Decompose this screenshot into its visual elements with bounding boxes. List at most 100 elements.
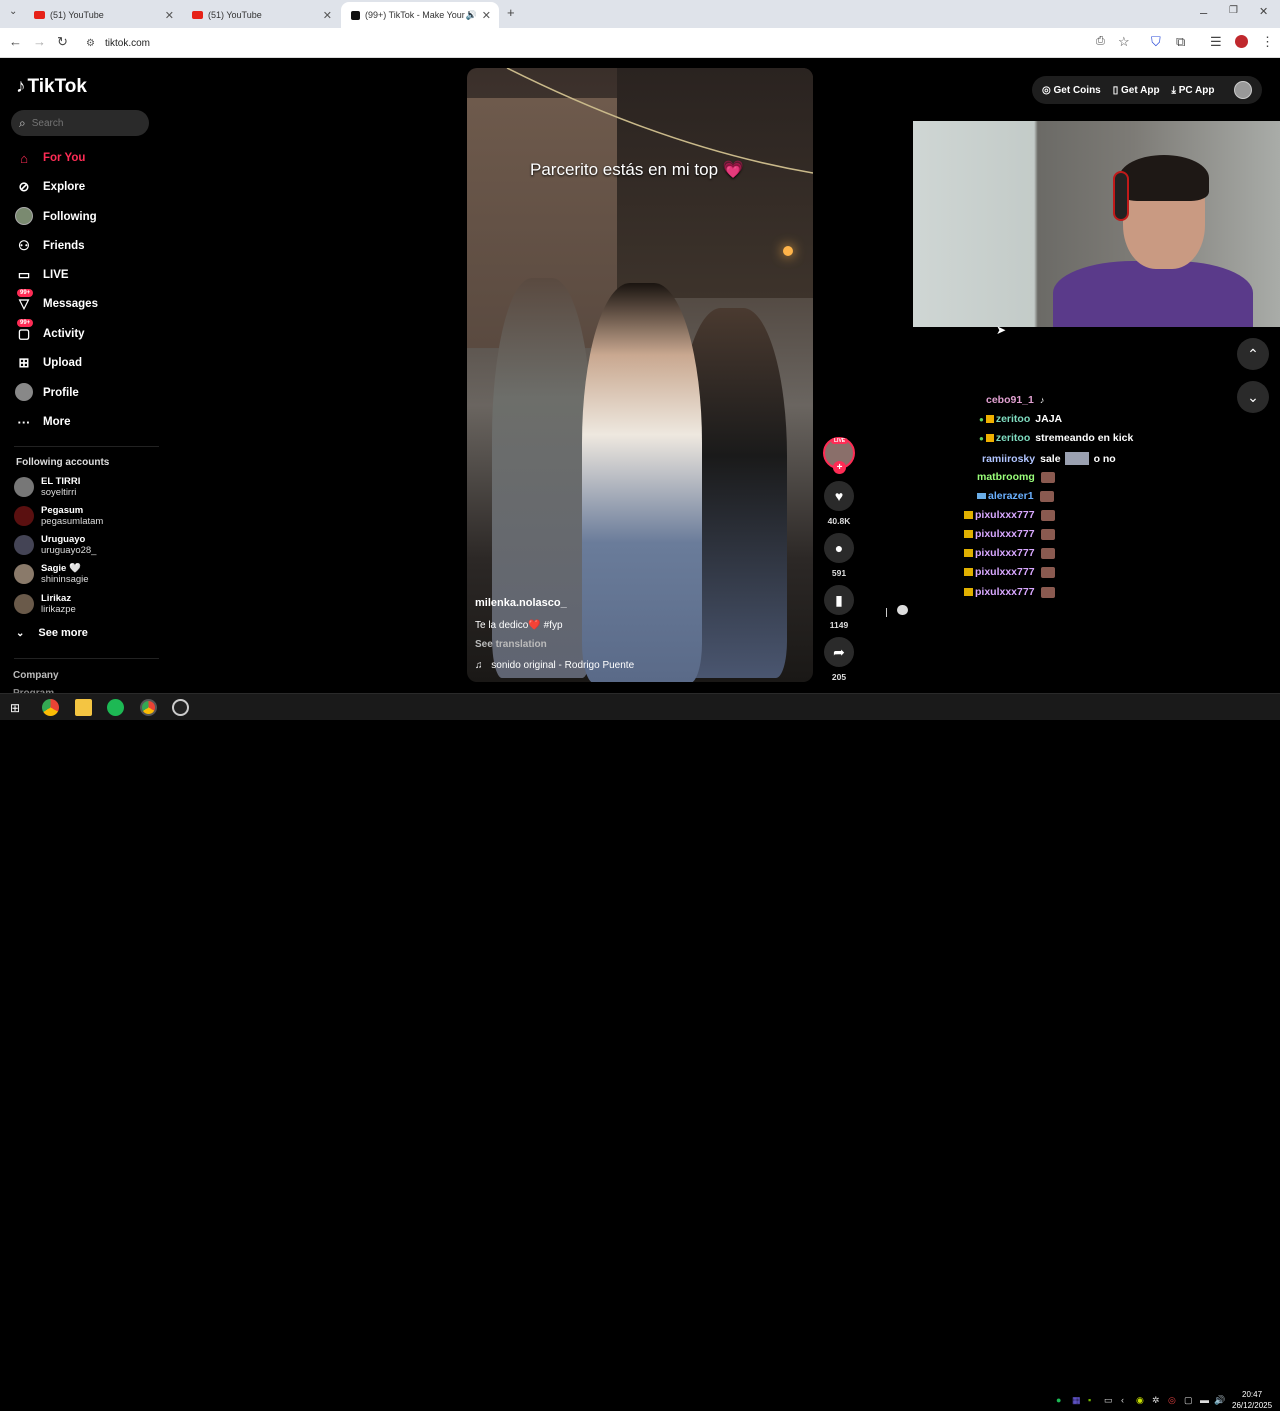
chat-user: pixulxxx777 — [975, 547, 1035, 559]
see-translation-link[interactable]: See translation — [475, 639, 547, 650]
tray-app-icon[interactable]: ◉ — [1136, 1395, 1144, 1406]
install-icon[interactable]: ⎙ — [1096, 35, 1105, 48]
tray-app-icon[interactable]: ◎ — [1168, 1395, 1176, 1406]
tray-app-icon[interactable]: ▢ — [1184, 1395, 1193, 1406]
nav-live[interactable]: ▭ LIVE — [14, 263, 69, 287]
windows-start-icon[interactable]: ⊞ — [10, 701, 20, 715]
new-tab-icon[interactable]: + — [507, 5, 515, 20]
taskbar-clock[interactable]: 20:47 26/12/2025 — [1232, 1389, 1272, 1411]
nav-following[interactable]: Following — [14, 205, 97, 229]
back-icon[interactable]: ← — [9, 34, 22, 49]
clock-date: 26/12/2025 — [1232, 1401, 1273, 1410]
chat-emote-image — [1040, 566, 1055, 578]
close-icon[interactable]: ✕ — [165, 9, 174, 22]
search-box[interactable]: ⌕ — [11, 110, 149, 136]
gift-badge-icon — [964, 568, 973, 576]
tiktok-logo[interactable]: ♪ TikTok — [16, 76, 87, 98]
volume-icon[interactable]: 🔊 — [1214, 1395, 1225, 1406]
tray-app-icon[interactable]: ▦ — [1072, 1395, 1081, 1406]
chat-bubble-icon[interactable] — [897, 605, 908, 615]
chat-message: pixulxxx777 — [964, 528, 1055, 540]
bookmark-icon[interactable]: ▮ — [824, 585, 854, 615]
audio-icon[interactable]: 🔊 — [466, 10, 477, 21]
file-explorer-icon[interactable] — [75, 699, 92, 716]
extensions-icon[interactable]: ⧉ — [1176, 34, 1185, 50]
save-action[interactable]: ▮ 1149 — [824, 585, 854, 630]
gift-badge-icon — [964, 530, 973, 538]
download-icon: ⤓ — [1171, 84, 1179, 96]
nav-more[interactable]: ··· More — [14, 410, 71, 434]
follow-plus-button[interactable]: + — [833, 461, 846, 474]
chrome-icon[interactable] — [42, 699, 59, 716]
forward-icon[interactable]: → — [33, 34, 46, 49]
bookmark-star-icon[interactable]: ☆ — [1118, 34, 1130, 50]
tray-app-icon[interactable]: ✲ — [1152, 1395, 1160, 1406]
network-icon[interactable]: ▬ — [1200, 1395, 1209, 1405]
heart-icon[interactable]: ♥ — [824, 481, 854, 511]
minimize-icon[interactable]: – — [1200, 5, 1207, 20]
search-input[interactable] — [31, 117, 142, 129]
restore-icon[interactable]: ❐ — [1229, 5, 1238, 16]
close-icon[interactable]: ✕ — [323, 9, 332, 22]
chat-text: JAJA — [1035, 413, 1063, 425]
see-more-button[interactable]: ⌄ See more — [16, 627, 88, 639]
following-account[interactable]: Lirikaz lirikazpe — [14, 593, 76, 615]
extension-shield-icon[interactable]: ⛉ — [1151, 34, 1161, 50]
previous-video-button[interactable]: ⌃ — [1237, 338, 1269, 370]
tray-spotify-icon[interactable]: ● — [1056, 1395, 1061, 1405]
chevron-down-icon: ⌄ — [1247, 388, 1259, 405]
nav-friends[interactable]: ⚇ Friends — [14, 234, 84, 258]
activity-badge: 99+ — [17, 319, 34, 327]
browser-tab-strip: ⌄ (51) YouTube ✕ (51) YouTube ✕ (99+) Ti… — [0, 0, 1280, 28]
following-account[interactable]: Pegasum pegasumlatam — [14, 505, 103, 527]
nav-for-you[interactable]: ⌂ For You — [14, 146, 85, 170]
next-video-button[interactable]: ⌄ — [1237, 381, 1269, 413]
menu-dots-icon[interactable]: ⋮ — [1261, 34, 1274, 50]
music-note-icon: ♫ — [475, 660, 483, 671]
chrome-active-icon[interactable] — [140, 699, 157, 716]
nav-activity[interactable]: ▢ 99+ Activity — [14, 319, 85, 346]
tray-app-icon[interactable]: ▭ — [1104, 1395, 1113, 1406]
url-input[interactable]: ⚙ tiktok.com — [80, 31, 1142, 55]
nav-explore[interactable]: ⊘ Explore — [14, 175, 86, 199]
tab-search-chevron-icon[interactable]: ⌄ — [9, 6, 17, 17]
comment-icon[interactable]: ● — [824, 533, 854, 563]
like-action[interactable]: ♥ 40.8K — [824, 481, 854, 526]
spotify-icon[interactable] — [107, 699, 124, 716]
tab-youtube-1[interactable]: (51) YouTube ✕ — [24, 2, 182, 28]
webcam-headset — [1113, 171, 1129, 221]
share-icon[interactable]: ➦ — [824, 637, 854, 667]
video-author[interactable]: milenka.nolasco_ — [475, 597, 567, 609]
following-account[interactable]: Sagie 🤍 shininsagie — [14, 563, 89, 585]
following-account[interactable]: Uruguayo uruguayo28_ — [14, 534, 96, 556]
get-app-button[interactable]: ▯ Get App — [1113, 85, 1160, 96]
nav-profile[interactable]: Profile — [14, 381, 79, 405]
tray-arrow-icon[interactable]: ‹ — [1121, 1395, 1124, 1405]
tab-youtube-2[interactable]: (51) YouTube ✕ — [182, 2, 340, 28]
nav-upload[interactable]: ⊞ Upload — [14, 351, 82, 375]
video-sound[interactable]: ♫ sonido original - Rodrigo Puente — [475, 660, 634, 671]
following-account[interactable]: EL TIRRI soyeltirri — [14, 476, 80, 498]
site-info-icon[interactable]: ⚙ — [86, 38, 95, 49]
window-close-icon[interactable]: ✕ — [1259, 5, 1268, 18]
tab-tiktok[interactable]: (99+) TikTok - Make Your Day 🔊 ✕ — [341, 2, 499, 28]
get-coins-button[interactable]: ◎ Get Coins — [1042, 85, 1101, 96]
live-tag: LIVE — [831, 438, 849, 444]
share-action[interactable]: ➦ 205 — [824, 637, 854, 682]
reading-list-icon[interactable]: ☰ — [1210, 34, 1222, 50]
footer-company-link[interactable]: Company — [13, 670, 59, 681]
tray-nvidia-icon[interactable]: ▪ — [1088, 1395, 1091, 1405]
user-avatar[interactable] — [1234, 81, 1252, 99]
reload-icon[interactable]: ↻ — [57, 34, 68, 50]
nav-label: Explore — [43, 181, 86, 193]
chat-emote-image — [1040, 528, 1055, 540]
pc-app-button[interactable]: ⤓ PC App — [1172, 85, 1215, 96]
comment-action[interactable]: ● 591 — [824, 533, 854, 578]
obs-icon[interactable] — [172, 699, 189, 716]
upload-icon: ⊞ — [18, 355, 30, 370]
close-icon[interactable]: ✕ — [482, 9, 491, 22]
profile-avatar-icon[interactable] — [1235, 35, 1248, 48]
nav-messages[interactable]: ▽ 99+ Messages — [14, 289, 98, 316]
logo-text: TikTok — [27, 76, 87, 97]
chat-text: stremeando en kick — [1035, 432, 1134, 444]
